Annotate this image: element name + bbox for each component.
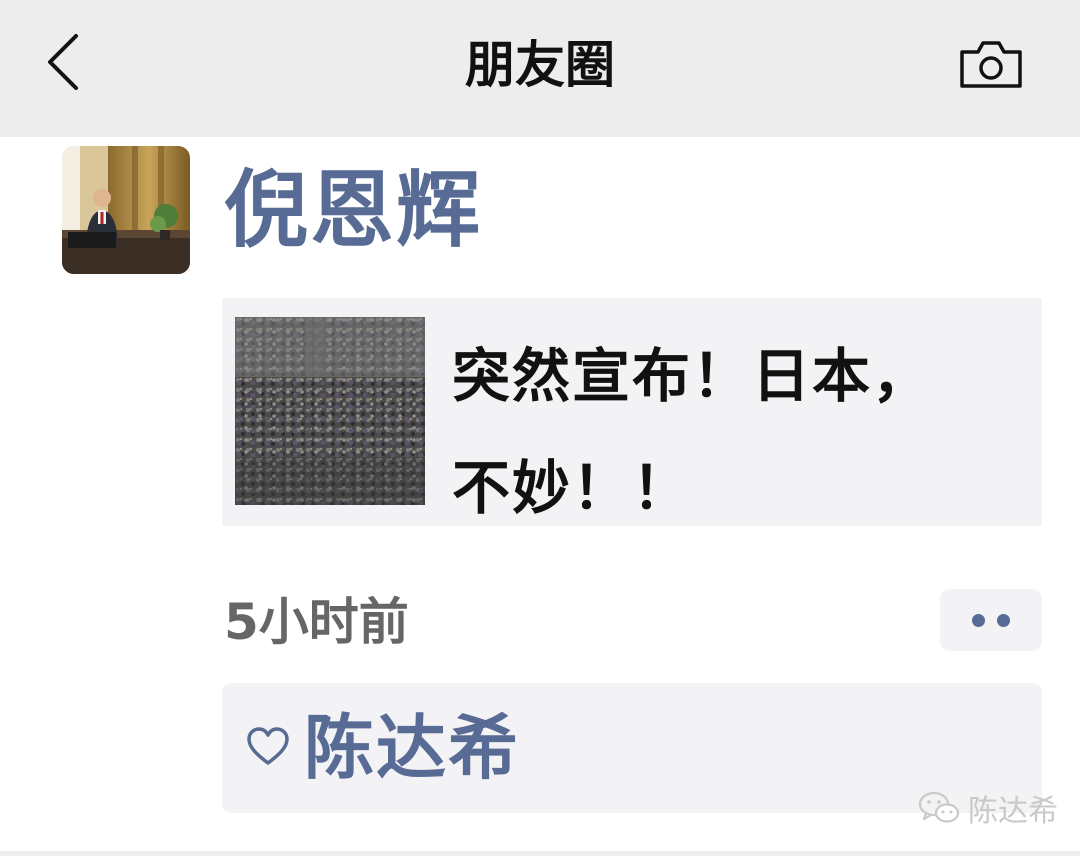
heart-icon xyxy=(247,727,289,765)
like-user-name[interactable]: 陈达希 xyxy=(304,703,520,793)
watermark: 陈达希 xyxy=(918,786,1058,830)
crowd-thumbnail-image xyxy=(235,317,425,505)
avatar-photo xyxy=(62,146,190,274)
link-title: 突然宣布！日本， 不妙！！ xyxy=(452,320,1022,544)
more-dots-icon xyxy=(966,613,1016,627)
watermark-text: 陈达希 xyxy=(968,794,1058,829)
moments-page: 朋友圈 倪恩辉 突然宣布！日本， 不妙！！ 5小时前 陈达希 陈达希 xyxy=(0,0,1080,856)
more-actions-button[interactable] xyxy=(940,589,1042,651)
top-navbar: 朋友圈 xyxy=(0,0,1080,137)
camera-icon xyxy=(960,41,1022,88)
link-title-line2: 不妙！！ xyxy=(452,454,693,522)
link-thumbnail xyxy=(235,317,425,505)
page-title: 朋友圈 xyxy=(465,36,615,94)
camera-button[interactable] xyxy=(952,34,1030,94)
post-timestamp: 5小时前 xyxy=(224,593,409,651)
shared-link-card[interactable]: 突然宣布！日本， 不妙！！ xyxy=(222,298,1042,526)
link-title-line1: 突然宣布！日本， xyxy=(452,342,933,410)
wechat-icon xyxy=(918,791,960,823)
author-avatar[interactable] xyxy=(62,146,190,274)
author-name[interactable]: 倪恩辉 xyxy=(224,160,482,260)
bottom-divider xyxy=(0,851,1080,856)
